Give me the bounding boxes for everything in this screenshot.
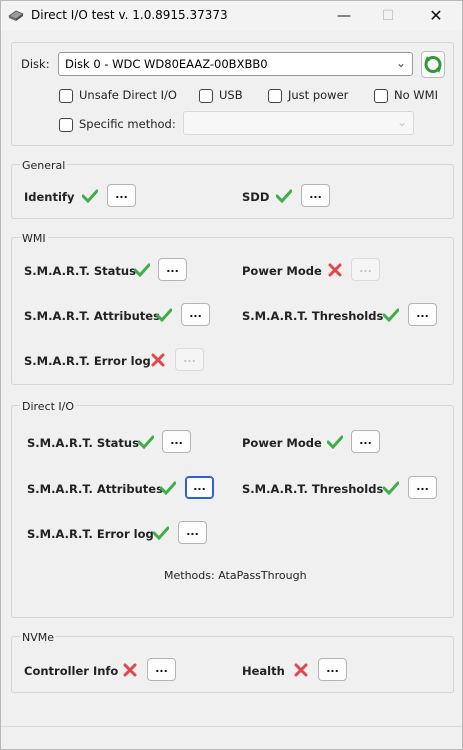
nvme-group: NVMe Controller Info ... Health ... (11, 631, 454, 693)
window-title: Direct I/O test v. 1.0.8915.37373 (31, 8, 228, 22)
direct-io-title: Direct I/O (20, 400, 77, 413)
app-window: Direct I/O test v. 1.0.8915.37373 — ☐ ✕ … (0, 0, 463, 750)
check-icon (153, 526, 169, 540)
dio-smart-error-log-button[interactable]: ... (178, 521, 207, 544)
wmi-power-mode-label: Power Mode (242, 264, 322, 278)
check-icon (138, 435, 154, 449)
wmi-smart-error-log-label: S.M.A.R.T. Error log (24, 354, 151, 368)
wmi-smart-status-label: S.M.A.R.T. Status (24, 264, 136, 278)
check-icon (383, 308, 399, 322)
cross-icon (328, 263, 342, 277)
close-button[interactable]: ✕ (413, 1, 459, 31)
status-bar (1, 726, 462, 727)
dio-smart-attributes-button[interactable]: ... (185, 476, 214, 499)
refresh-button[interactable] (421, 51, 445, 78)
chevron-down-icon: ⌄ (395, 56, 406, 70)
maximize-button[interactable]: ☐ (365, 1, 411, 31)
dio-power-mode-button[interactable]: ... (351, 430, 380, 453)
specific-method-select[interactable]: ⌄ (183, 111, 414, 135)
dio-power-mode-label: Power Mode (242, 436, 322, 450)
disk-select[interactable]: Disk 0 - WDC WD80EAAZ-00BXBB0 ⌄ (58, 52, 413, 76)
unsafe-direct-io-label: Unsafe Direct I/O (79, 88, 177, 102)
wmi-smart-attributes-label: S.M.A.R.T. Attributes (24, 309, 160, 323)
maximize-icon: ☐ (381, 8, 395, 24)
disk-select-value: Disk 0 - WDC WD80EAAZ-00BXBB0 (65, 57, 268, 71)
dio-smart-attributes-label: S.M.A.R.T. Attributes (27, 482, 163, 496)
sdd-details-button[interactable]: ... (301, 184, 330, 207)
just-power-label: Just power (288, 88, 349, 102)
wmi-smart-status-button[interactable]: ... (158, 258, 187, 281)
specific-method-label: Specific method: (79, 117, 176, 131)
wmi-group: WMI S.M.A.R.T. Status ... Power Mode ...… (11, 232, 454, 385)
dio-smart-error-log-label: S.M.A.R.T. Error log (27, 527, 154, 541)
unsafe-direct-io-checkbox[interactable] (59, 89, 73, 103)
cross-icon (123, 663, 137, 677)
check-icon (160, 481, 176, 495)
drive-icon (8, 10, 24, 21)
disk-group: Disk: Disk 0 - WDC WD80EAAZ-00BXBB0 ⌄ Un… (11, 42, 454, 146)
specific-method-checkbox[interactable] (59, 118, 73, 132)
check-icon (156, 308, 172, 322)
minimize-button[interactable]: — (321, 1, 367, 31)
general-title: General (20, 159, 68, 172)
nvme-health-label: Health (242, 664, 285, 678)
close-icon: ✕ (429, 6, 443, 25)
check-icon (383, 481, 399, 495)
identify-details-button[interactable]: ... (107, 184, 136, 207)
wmi-smart-thresholds-button[interactable]: ... (408, 303, 437, 326)
general-group: General Identify ... SDD ... (11, 159, 454, 219)
dio-smart-status-button[interactable]: ... (162, 430, 191, 453)
wmi-smart-attributes-button[interactable]: ... (181, 303, 210, 326)
methods-text: Methods: AtaPassThrough (164, 569, 307, 582)
check-icon (327, 435, 343, 449)
identify-label: Identify (24, 190, 75, 204)
usb-label: USB (219, 88, 243, 102)
refresh-icon (424, 56, 442, 73)
minimize-icon: — (337, 8, 351, 24)
dio-smart-status-label: S.M.A.R.T. Status (27, 436, 139, 450)
wmi-smart-error-log-button[interactable]: ... (175, 348, 204, 371)
check-icon (134, 263, 150, 277)
check-icon (82, 189, 98, 203)
nvme-controller-info-button[interactable]: ... (147, 658, 176, 681)
cross-icon (151, 353, 165, 367)
dio-smart-thresholds-button[interactable]: ... (408, 476, 437, 499)
cross-icon (294, 663, 308, 677)
usb-checkbox[interactable] (199, 89, 213, 103)
nvme-controller-info-label: Controller Info (24, 664, 119, 678)
sdd-label: SDD (242, 190, 270, 204)
wmi-smart-thresholds-label: S.M.A.R.T. Thresholds (242, 309, 384, 323)
nvme-health-button[interactable]: ... (318, 658, 347, 681)
chevron-down-icon: ⌄ (396, 115, 407, 129)
dio-smart-thresholds-label: S.M.A.R.T. Thresholds (242, 482, 384, 496)
wmi-power-mode-button[interactable]: ... (351, 258, 380, 281)
nvme-title: NVMe (20, 631, 57, 644)
just-power-checkbox[interactable] (268, 89, 282, 103)
no-wmi-checkbox[interactable] (374, 89, 388, 103)
direct-io-group: Direct I/O S.M.A.R.T. Status ... Power M… (11, 400, 454, 618)
no-wmi-label: No WMI (394, 88, 438, 102)
check-icon (276, 189, 292, 203)
disk-label: Disk: (21, 57, 50, 71)
title-bar[interactable]: Direct I/O test v. 1.0.8915.37373 — ☐ ✕ (1, 1, 462, 31)
wmi-title: WMI (20, 232, 48, 245)
